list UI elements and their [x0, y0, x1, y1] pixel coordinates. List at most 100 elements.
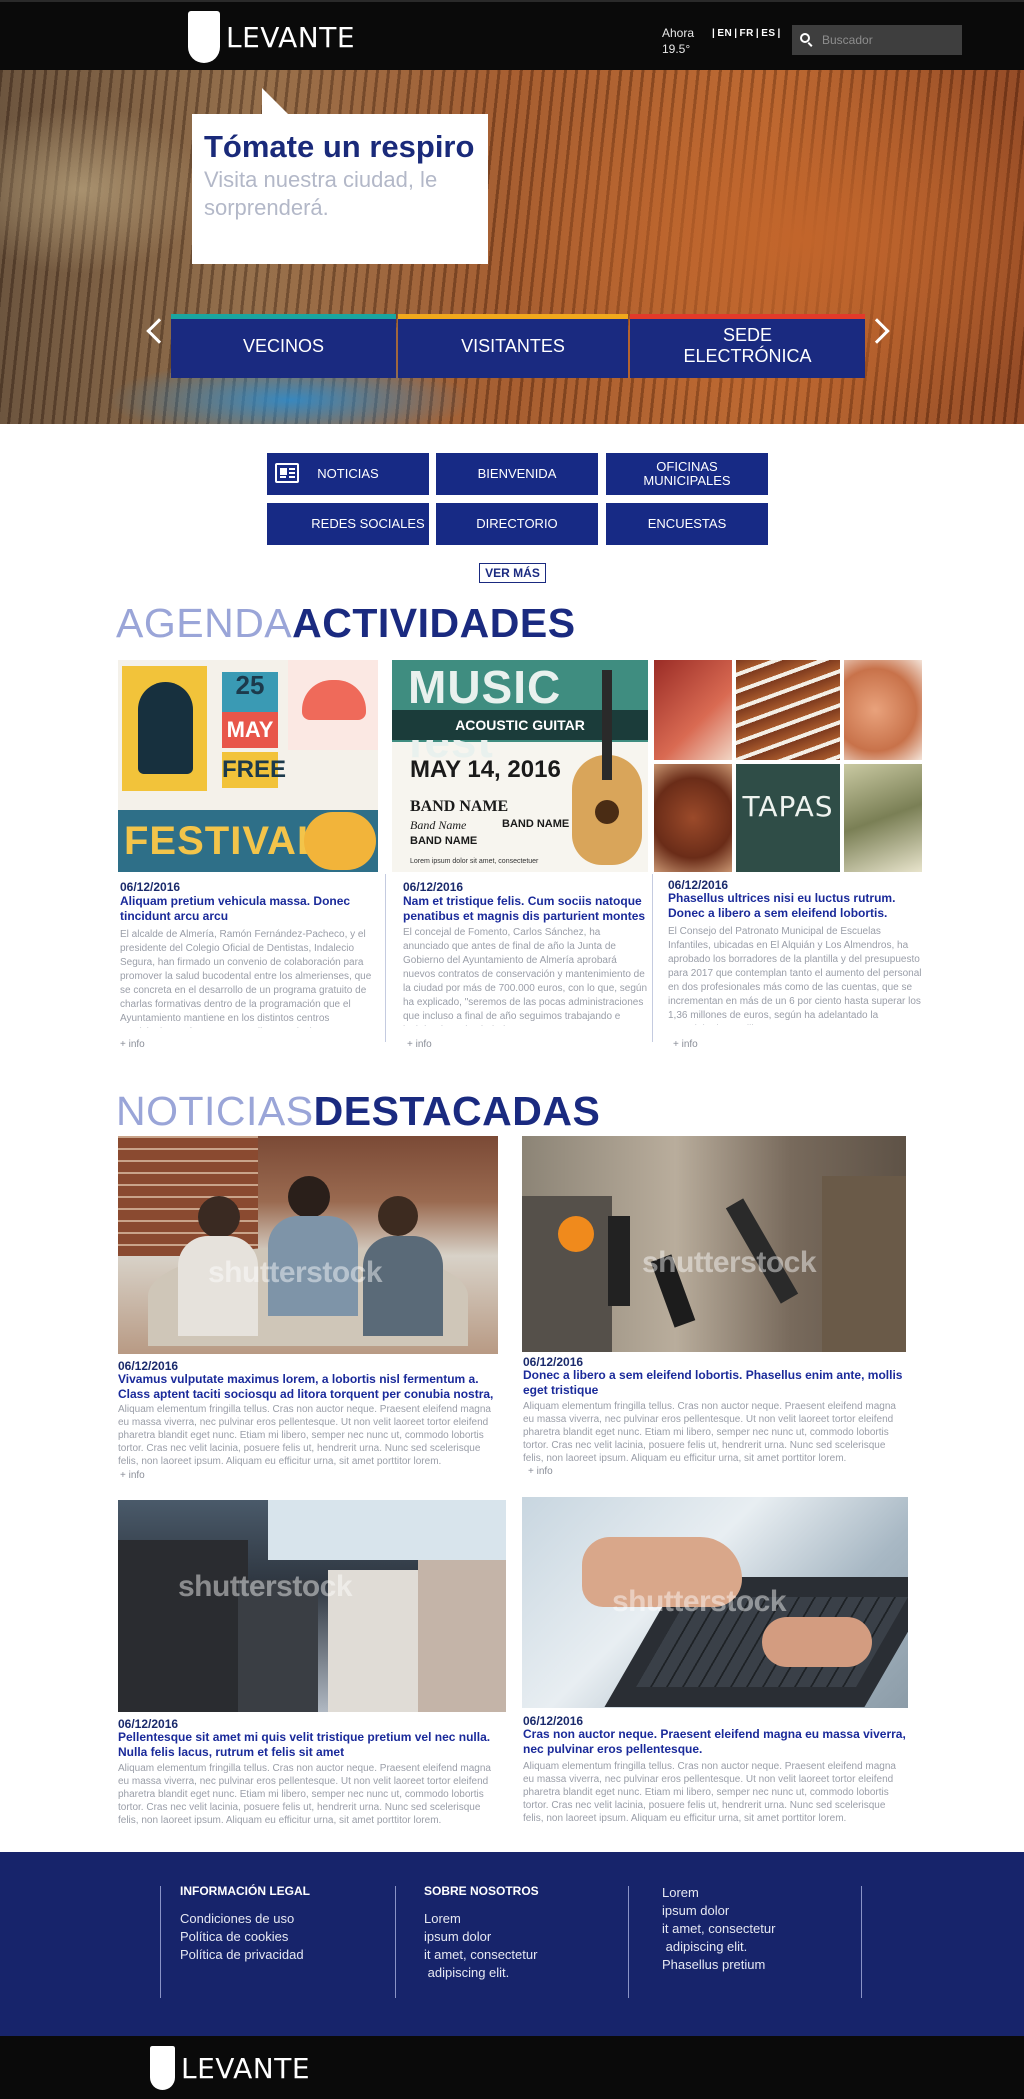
- microphone-icon: [558, 1216, 594, 1252]
- footer-third-line: adipiscing elit.: [662, 1939, 748, 1954]
- agenda-more-link[interactable]: + info: [673, 1039, 698, 1050]
- news-date: 06/12/2016: [118, 1359, 179, 1373]
- shield-logo-icon: [150, 2046, 175, 2090]
- quick-link-label: REDES SOCIALES: [311, 516, 425, 531]
- agenda-title[interactable]: Phasellus ultrices nisi eu luctus rutrum…: [668, 891, 923, 921]
- footer-brand-name: LEVANTE: [181, 2051, 311, 2085]
- sede-electronica-label: SEDE ELECTRÓNICA: [683, 325, 812, 366]
- agenda-heading-bold: ACTIVIDADES: [292, 600, 576, 646]
- quick-link-directorio[interactable]: DIRECTORIO: [436, 503, 598, 545]
- quick-link-encuestas[interactable]: ENCUESTAS: [606, 503, 768, 545]
- news-title[interactable]: Pellentesque sit amet mi quis velit tris…: [118, 1730, 502, 1760]
- vecinos-accent-bar: [171, 314, 396, 319]
- quick-link-label: NOTICIAS: [317, 466, 379, 481]
- visitantes-accent-bar: [398, 314, 628, 319]
- tapas-chalkboard: TAPAS: [736, 764, 840, 872]
- newspaper-icon: [275, 463, 299, 483]
- tapas-board-text: TAPAS: [742, 790, 834, 823]
- sede-electronica-button[interactable]: SEDE ELECTRÓNICA: [630, 314, 865, 378]
- footer-third-column: Lorem ipsum dolor it amet, consectetur a…: [662, 1884, 775, 1974]
- footer-about-heading: SOBRE NOSOTROS: [424, 1884, 539, 1898]
- quick-link-noticias[interactable]: NOTICIAS: [267, 453, 429, 495]
- agenda-image-music-fest[interactable]: MUSIC fest ACOUSTIC GUITAR MAY 14, 2016 …: [392, 660, 648, 872]
- quick-link-oficinas[interactable]: OFICINAS MUNICIPALES: [606, 453, 768, 495]
- news-date: 06/12/2016: [523, 1714, 584, 1728]
- footer-link-privacy[interactable]: Política de privacidad: [180, 1946, 310, 1964]
- weather-label: Ahora: [662, 26, 695, 40]
- hero-title: Tómate un respiro: [204, 129, 475, 164]
- band-name-4: BAND NAME: [410, 835, 478, 847]
- site-logo[interactable]: LEVANTE: [188, 11, 355, 63]
- news-title[interactable]: Cras non auctor neque. Praesent eleifend…: [523, 1727, 907, 1757]
- agenda-more-link[interactable]: + info: [407, 1039, 432, 1050]
- band-name-2: Band Name: [410, 818, 467, 832]
- footer-about-column: SOBRE NOSOTROS Lorem ipsum dolor it amet…: [424, 1884, 539, 1982]
- agenda-image-festival[interactable]: 25 MAY FREE FESTIVAL: [118, 660, 378, 872]
- watermark: shutterstock: [178, 1570, 353, 1603]
- footer-divider: [160, 1886, 161, 1998]
- news-image-meeting[interactable]: shutterstock: [118, 1136, 498, 1354]
- carousel-prev-arrow-icon[interactable]: [146, 318, 172, 344]
- festival-name: FESTIVAL: [124, 819, 323, 863]
- bottom-bar: LEVANTE: [0, 2036, 1024, 2099]
- quick-link-label: OFICINAS MUNICIPALES: [643, 459, 731, 488]
- weather-widget: Ahora 19.5°: [662, 25, 694, 57]
- visitantes-button[interactable]: VISITANTES: [398, 314, 628, 378]
- news-heading-bold: DESTACADAS: [313, 1088, 601, 1134]
- news-image-microphones[interactable]: shutterstock: [522, 1136, 906, 1352]
- news-title[interactable]: Vivamus vulputate maximus lorem, a lobor…: [118, 1372, 496, 1402]
- quick-link-label: DIRECTORIO: [476, 516, 558, 531]
- page: LEVANTE Ahora 19.5° |EN|FR|ES| Tómate un…: [0, 0, 1024, 2099]
- watermark: shutterstock: [612, 1585, 787, 1618]
- footer-divider: [861, 1886, 862, 1998]
- watermark: shutterstock: [642, 1246, 817, 1279]
- ver-mas-button[interactable]: VER MÁS: [479, 563, 546, 583]
- hero-banner: Tómate un respiro Visita nuestra ciudad,…: [0, 70, 1024, 424]
- festival-day: 25: [235, 670, 265, 700]
- search-icon[interactable]: [800, 33, 814, 47]
- footer-legal-column: INFORMACIÓN LEGAL Condiciones de uso Pol…: [180, 1884, 310, 1964]
- shield-logo-icon: [188, 11, 220, 63]
- footer-legal-heading: INFORMACIÓN LEGAL: [180, 1884, 310, 1898]
- quick-link-bienvenida[interactable]: BIENVENIDA: [436, 453, 598, 495]
- quick-link-redes-sociales[interactable]: REDES SOCIALES: [267, 503, 429, 545]
- site-footer: INFORMACIÓN LEGAL Condiciones de uso Pol…: [0, 1852, 1024, 2036]
- lang-en-link[interactable]: EN: [717, 28, 732, 39]
- news-text: Aliquam elementum fringilla tellus. Cras…: [118, 1404, 491, 1467]
- footer-divider: [395, 1886, 396, 1998]
- brand-name: LEVANTE: [226, 20, 356, 54]
- news-title[interactable]: Donec a libero a sem eleifend lobortis. …: [523, 1368, 903, 1398]
- news-text: Aliquam elementum fringilla tellus. Cras…: [523, 1761, 896, 1824]
- news-image-conference[interactable]: shutterstock: [118, 1500, 506, 1712]
- guitar-icon: [138, 682, 193, 774]
- news-more-link[interactable]: + info: [120, 1470, 145, 1481]
- search-input[interactable]: [822, 33, 952, 47]
- footer-logo[interactable]: LEVANTE: [150, 2046, 310, 2090]
- lang-fr-link[interactable]: FR: [740, 28, 754, 39]
- top-bar: LEVANTE Ahora 19.5° | EN | FR | ES |: [0, 0, 1024, 70]
- carousel-next-arrow-icon[interactable]: [864, 318, 890, 344]
- vecinos-label: VECINOS: [242, 335, 325, 356]
- agenda-date: 06/12/2016: [120, 880, 181, 894]
- footer-link-cookies[interactable]: Política de cookies: [180, 1928, 310, 1946]
- agenda-text: El Consejo del Patronato Municipal de Es…: [668, 926, 922, 1025]
- agenda-more-link[interactable]: + info: [120, 1039, 145, 1050]
- agenda-title[interactable]: Nam et tristique felis. Cum sociis natoq…: [403, 894, 648, 924]
- news-text: Aliquam elementum fringilla tellus. Cras…: [118, 1763, 491, 1826]
- language-switcher: | EN | FR | ES |: [712, 28, 781, 39]
- news-heading-light: NOTICIAS: [116, 1088, 314, 1134]
- news-more-link[interactable]: + info: [528, 1466, 553, 1477]
- vecinos-button[interactable]: VECINOS: [171, 314, 396, 378]
- lang-es-link[interactable]: ES: [761, 28, 775, 39]
- agenda-title[interactable]: Aliquam pretium vehicula massa. Donec ti…: [120, 894, 382, 924]
- agenda-image-tapas[interactable]: TAPAS: [654, 660, 922, 872]
- news-heading: NOTICIASDESTACADAS: [116, 1088, 600, 1135]
- footer-about-line: ipsum dolor: [424, 1929, 492, 1944]
- footer-link-conditions[interactable]: Condiciones de uso: [180, 1910, 310, 1928]
- news-image-laptop[interactable]: shutterstock: [522, 1497, 908, 1708]
- footer-third-line: it amet, consectetur: [662, 1921, 776, 1936]
- agenda-column-divider: [652, 874, 653, 1042]
- footer-about-line: it amet, consectetur: [424, 1947, 538, 1962]
- search-box: [792, 25, 962, 55]
- footer-third-line: Phasellus pretium: [662, 1957, 766, 1972]
